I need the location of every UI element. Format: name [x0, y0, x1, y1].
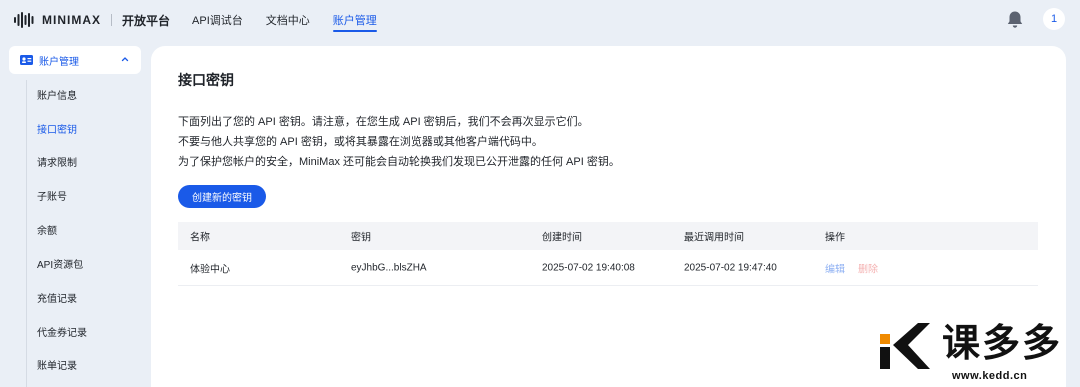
sidebar: 账户管理 账户信息 接口密钥 请求限制 子账号 余额 API资源包 充值记录 代…: [0, 46, 150, 387]
sidebar-group-account[interactable]: 账户管理: [9, 46, 141, 74]
id-card-icon: [20, 55, 33, 65]
sidebar-item-api-keys[interactable]: 接口密钥: [37, 121, 77, 136]
description-line: 下面列出了您的 API 密钥。请注意，在您生成 API 密钥后，我们不会再次显示…: [178, 116, 589, 128]
watermark: 课多多 www.kedd.cn: [878, 320, 1078, 384]
sidebar-item-sub-accounts[interactable]: 子账号: [37, 188, 67, 203]
minimax-logo-icon: [14, 12, 34, 28]
sidebar-item-account-info[interactable]: 账户信息: [37, 87, 77, 102]
column-header-created: 创建时间: [542, 232, 582, 244]
top-navigation-bar: MINIMAX 开放平台 API调试台 文档中心 账户管理 1: [0, 0, 1080, 40]
key-value: eyJhbG...blsZHA: [351, 262, 427, 273]
create-key-button[interactable]: 创建新的密钥: [178, 185, 266, 208]
main-nav: API调试台 文档中心 账户管理: [192, 0, 400, 40]
page-title: 接口密钥: [178, 72, 234, 88]
key-created-time: 2025-07-02 19:40:08: [542, 262, 635, 273]
sidebar-item-balance[interactable]: 余额: [37, 222, 57, 237]
user-avatar[interactable]: 1: [1043, 8, 1065, 30]
logo-wordmark: MINIMAX: [42, 13, 101, 27]
nav-item-api-console[interactable]: API调试台: [192, 0, 243, 40]
sidebar-item-billing-records[interactable]: 账单记录: [37, 357, 77, 372]
watermark-url: www.kedd.cn: [952, 370, 1028, 382]
api-keys-table: 名称 密钥 创建时间 最近调用时间 操作 体验中心 eyJhbG...blsZH…: [178, 222, 1038, 286]
key-last-used-time: 2025-07-02 19:47:40: [684, 262, 777, 273]
table-row: 体验中心 eyJhbG...blsZHA 2025-07-02 19:40:08…: [178, 250, 1038, 286]
column-header-name: 名称: [190, 232, 210, 244]
delete-key-link[interactable]: 删除: [858, 260, 878, 275]
sidebar-item-voucher-records[interactable]: 代金券记录: [37, 324, 87, 339]
nav-item-docs[interactable]: 文档中心: [266, 0, 310, 40]
sidebar-submenu: 账户信息 接口密钥 请求限制 子账号 余额 API资源包 充值记录 代金券记录 …: [26, 80, 150, 387]
bell-icon[interactable]: [1006, 10, 1024, 30]
column-header-last-used: 最近调用时间: [684, 232, 744, 244]
sidebar-item-rate-limits[interactable]: 请求限制: [37, 154, 77, 169]
sidebar-item-api-packages[interactable]: API资源包: [37, 256, 83, 271]
description-line: 不要与他人共享您的 API 密钥，或将其暴露在浏览器或其他客户端代码中。: [178, 136, 543, 148]
column-header-key: 密钥: [351, 232, 371, 244]
watermark-text: 课多多: [942, 321, 1063, 365]
nav-item-account[interactable]: 账户管理: [332, 0, 377, 40]
table-header: 名称 密钥 创建时间 最近调用时间 操作: [178, 222, 1038, 250]
column-header-actions: 操作: [825, 232, 845, 244]
sidebar-group-label: 账户管理: [39, 56, 79, 68]
description-line: 为了保护您帐户的安全，MiniMax 还可能会自动轮换我们发现已公开泄露的任何 …: [178, 156, 620, 168]
key-name: 体验中心: [190, 264, 230, 275]
platform-name: 开放平台: [122, 13, 171, 28]
edit-key-link[interactable]: 编辑: [825, 260, 845, 275]
brand-logo[interactable]: MINIMAX 开放平台: [14, 12, 170, 29]
kedd-logo-icon: [880, 323, 930, 369]
sidebar-item-recharge-records[interactable]: 充值记录: [37, 290, 77, 305]
chevron-up-icon[interactable]: [121, 55, 129, 63]
logo-divider: [111, 14, 112, 26]
